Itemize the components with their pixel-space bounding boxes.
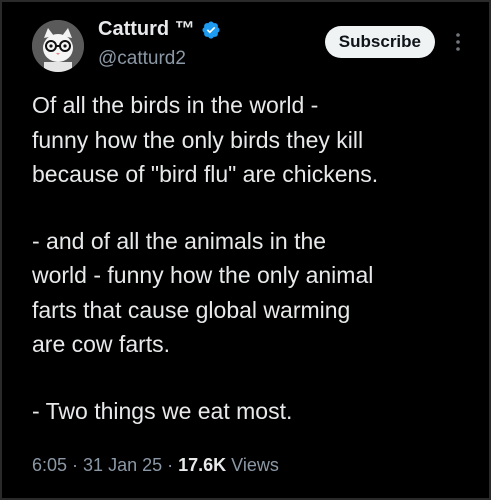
subscribe-button[interactable]: Subscribe [324, 26, 435, 58]
verified-badge-icon [202, 20, 220, 39]
vertical-dots-icon [456, 33, 460, 51]
more-options-icon[interactable] [451, 30, 465, 54]
avatar[interactable] [32, 20, 84, 72]
tweet-meta: 6:05 · 31 Jan 25 · 17.6K Views [32, 455, 279, 476]
author-display-name[interactable]: Catturd ™ [98, 18, 195, 41]
views-count[interactable]: 17.6K [178, 455, 226, 475]
tweet-date[interactable]: 31 Jan 25 [83, 455, 162, 475]
meta-separator: · [162, 455, 179, 475]
tweet-paragraph: - and of all the animals in the world - … [32, 227, 374, 358]
tweet-text: Of all the birds in the world - funny ho… [32, 88, 469, 428]
tweet-paragraph: - Two things we eat most. [32, 397, 293, 424]
tweet-time[interactable]: 6:05 [32, 455, 67, 475]
meta-separator: · [67, 455, 84, 475]
tweet-card: Catturd ™ @catturd2 Subscribe Of all the… [0, 0, 491, 500]
tweet-header: Catturd ™ @catturd2 Subscribe [32, 16, 475, 76]
author-handle[interactable]: @catturd2 [98, 48, 186, 70]
author-name-row[interactable]: Catturd ™ [98, 18, 221, 41]
tweet-paragraph: Of all the birds in the world - funny ho… [32, 92, 379, 187]
views-label: Views [226, 455, 279, 475]
cat-avatar-icon [32, 20, 84, 72]
